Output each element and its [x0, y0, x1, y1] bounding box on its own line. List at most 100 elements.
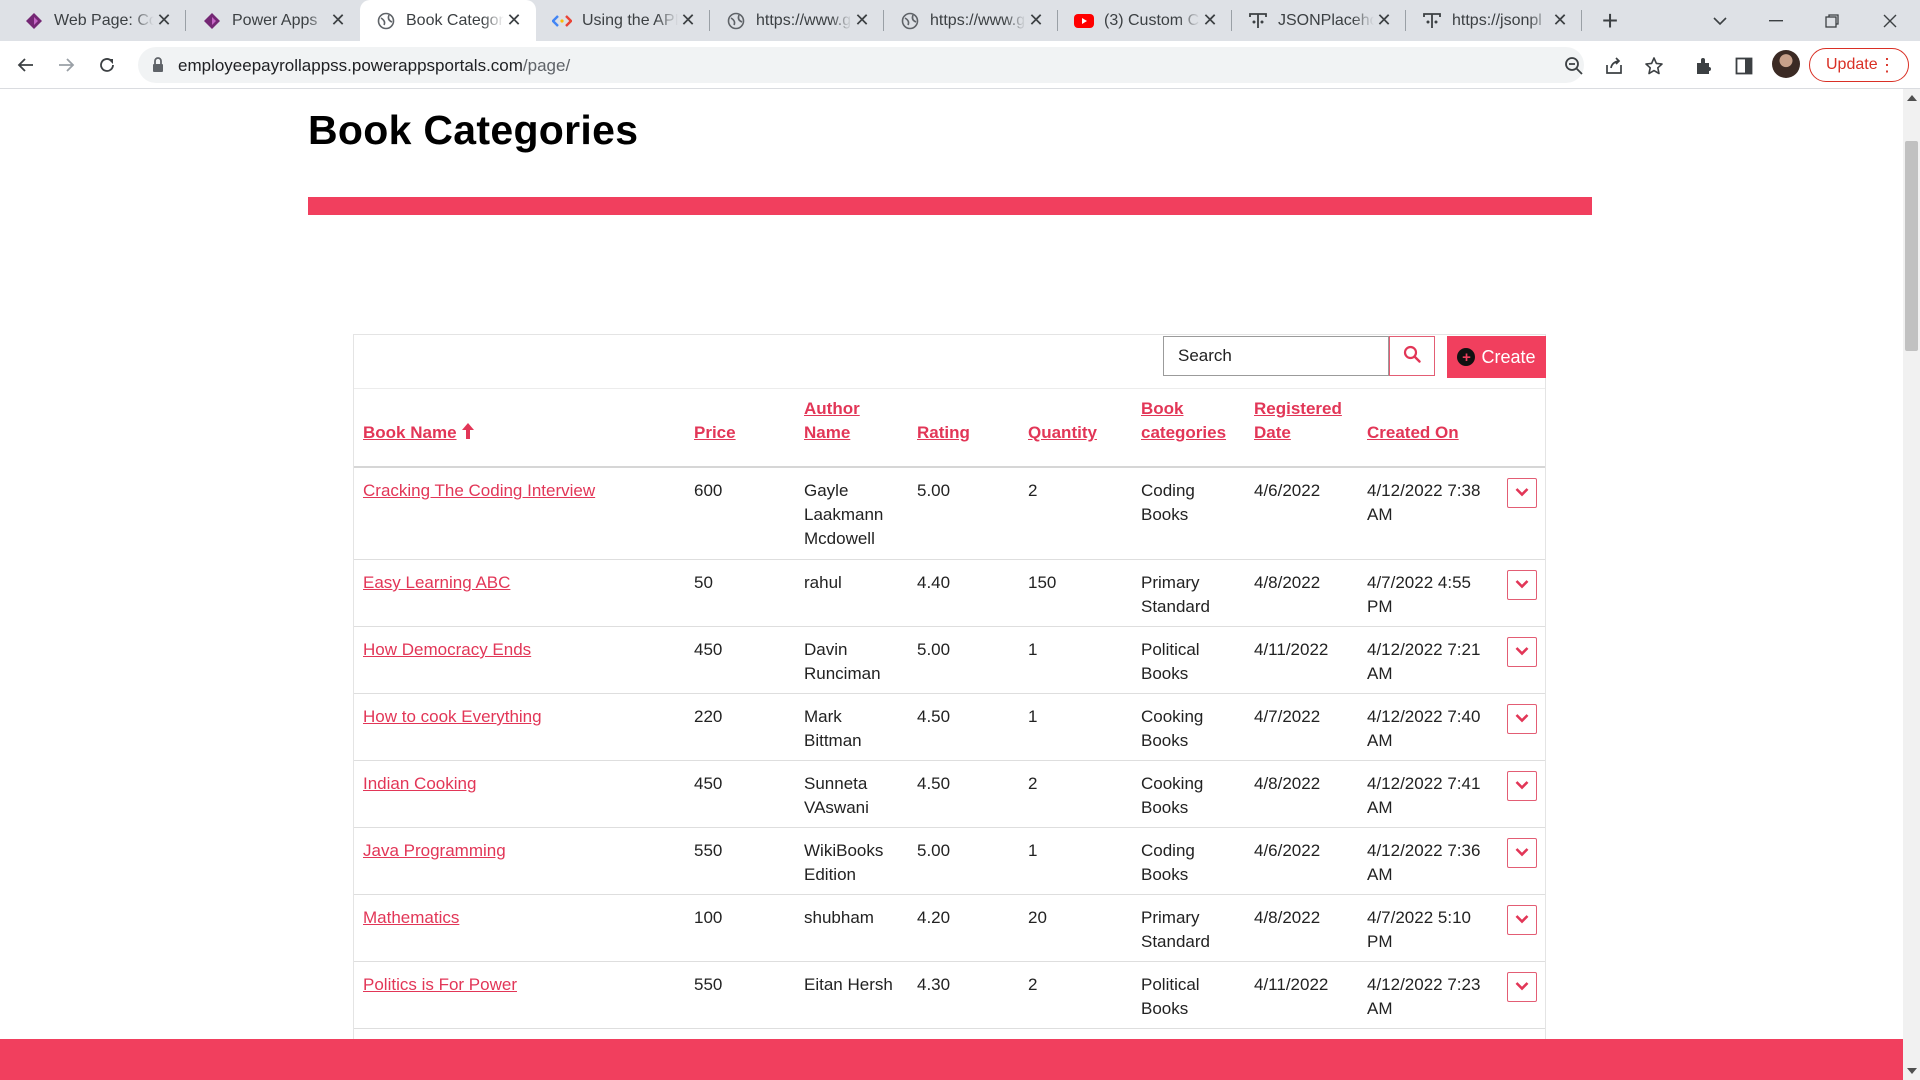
browser-tab-active[interactable]: Book Categori ✕ — [360, 0, 536, 41]
book-name-link[interactable]: Indian Cooking — [363, 772, 476, 796]
column-header-book-name[interactable]: Book Name — [363, 421, 475, 447]
book-name-link[interactable]: Easy Learning ABC — [363, 571, 510, 595]
book-name-link[interactable]: How Democracy Ends — [363, 638, 531, 662]
price-cell: 100 — [694, 908, 723, 927]
book-name-link[interactable]: Java Programming — [363, 839, 506, 863]
sort-ascending-icon — [461, 422, 475, 447]
rating-cell: 4.50 — [917, 707, 951, 726]
chevron-down-icon — [1515, 978, 1529, 996]
new-tab-icon[interactable]: + — [1594, 5, 1626, 36]
close-tab-icon[interactable]: ✕ — [1550, 10, 1570, 31]
scrollbar-thumb[interactable] — [1905, 141, 1918, 351]
author-cell: Eitan Hersh — [804, 975, 893, 994]
close-tab-icon[interactable]: ✕ — [852, 10, 872, 31]
rating-cell: 4.30 — [917, 975, 951, 994]
close-tab-icon[interactable]: ✕ — [678, 10, 698, 31]
row-actions-button[interactable] — [1507, 771, 1537, 801]
author-cell: Mark Bittman — [804, 707, 862, 750]
row-actions-button[interactable] — [1507, 838, 1537, 868]
scroll-down-arrow-icon[interactable] — [1907, 1068, 1917, 1074]
table-row: Cracking The Coding Interview 600 Gayle … — [354, 468, 1545, 560]
chevron-down-icon — [1515, 777, 1529, 795]
column-header-book-categories[interactable]: Book categories — [1141, 397, 1237, 445]
column-header-registered-date[interactable]: Registered Date — [1254, 397, 1344, 445]
zoom-icon[interactable] — [1563, 55, 1585, 77]
price-cell: 50 — [694, 573, 713, 592]
forward-icon[interactable] — [50, 49, 82, 81]
chevron-down-icon — [1515, 576, 1529, 594]
column-header-author-name[interactable]: Author Name — [804, 397, 876, 445]
row-actions-button[interactable] — [1507, 905, 1537, 935]
side-panel-icon[interactable] — [1732, 54, 1756, 78]
registered-date-cell: 4/6/2022 — [1254, 841, 1321, 860]
restore-icon[interactable] — [1804, 0, 1860, 41]
category-cell: Primary Standard — [1141, 573, 1210, 616]
row-actions-button[interactable] — [1507, 704, 1537, 734]
registered-date-cell: 4/6/2022 — [1254, 481, 1321, 500]
bookmark-star-icon[interactable] — [1643, 55, 1665, 77]
registered-date-cell: 4/11/2022 — [1254, 640, 1329, 659]
back-icon[interactable] — [10, 49, 42, 81]
divider — [354, 388, 1545, 389]
search-button[interactable] — [1389, 336, 1435, 376]
scroll-up-arrow-icon[interactable] — [1907, 95, 1917, 101]
close-tab-icon[interactable]: ✕ — [328, 10, 348, 31]
json-placeholder-icon — [1422, 11, 1442, 31]
row-actions-button[interactable] — [1507, 570, 1537, 600]
reload-icon[interactable] — [91, 49, 123, 81]
json-placeholder-icon — [1248, 11, 1268, 31]
browser-tab[interactable]: Web Page: Co ✕ — [8, 0, 186, 41]
browser-tab[interactable]: Using the API ✕ — [536, 0, 710, 41]
tab-title: https://jsonpl — [1452, 11, 1542, 29]
row-actions-button[interactable] — [1507, 972, 1537, 1002]
tab-search-icon[interactable] — [1692, 0, 1748, 41]
address-bar[interactable]: employeepayrollappss.powerappsportals.co… — [138, 47, 1663, 83]
browser-tab[interactable]: https://www.g ✕ — [884, 0, 1058, 41]
create-button[interactable]: + Create — [1447, 336, 1546, 378]
author-cell: Davin Runciman — [804, 640, 881, 683]
page-scrollbar[interactable] — [1903, 89, 1920, 1080]
category-cell: Cooking Books — [1141, 707, 1204, 750]
price-cell: 550 — [694, 841, 723, 860]
plus-circle-icon: + — [1457, 348, 1476, 366]
book-name-link[interactable]: How to cook Everything — [363, 705, 542, 729]
profile-avatar[interactable] — [1772, 50, 1800, 78]
registered-date-cell: 4/8/2022 — [1254, 908, 1321, 927]
update-button[interactable]: Update ⋮ — [1809, 48, 1909, 82]
table-row: Mathematics 100 shubham 4.20 20 Primary … — [354, 895, 1545, 962]
close-tab-icon[interactable]: ✕ — [504, 10, 524, 31]
chevron-down-icon — [1515, 643, 1529, 661]
browser-tab[interactable]: https://www.g ✕ — [710, 0, 884, 41]
table-row: Java Programming 550 WikiBooks Edition 5… — [354, 828, 1545, 895]
share-icon[interactable] — [1603, 55, 1625, 77]
close-tab-icon[interactable]: ✕ — [1200, 10, 1220, 31]
entity-list: Search + Create Book Name Price Author N… — [353, 334, 1546, 1054]
close-tab-icon[interactable]: ✕ — [154, 10, 174, 31]
book-name-link[interactable]: Cracking The Coding Interview — [363, 479, 595, 503]
url-text[interactable]: employeepayrollappss.powerappsportals.co… — [178, 56, 570, 76]
browser-tab[interactable]: JSONPlacehol ✕ — [1232, 0, 1406, 41]
close-window-icon[interactable] — [1862, 0, 1918, 41]
column-header-rating[interactable]: Rating — [917, 421, 970, 445]
column-header-quantity[interactable]: Quantity — [1028, 421, 1097, 445]
book-name-link[interactable]: Mathematics — [363, 906, 459, 930]
row-actions-button[interactable] — [1507, 637, 1537, 667]
code-icon — [552, 11, 572, 31]
chevron-down-icon — [1515, 911, 1529, 929]
close-tab-icon[interactable]: ✕ — [1374, 10, 1394, 31]
rating-cell: 5.00 — [917, 841, 951, 860]
column-header-price[interactable]: Price — [694, 421, 736, 445]
column-header-created-on[interactable]: Created On — [1367, 421, 1459, 445]
book-name-link[interactable]: Politics is For Power — [363, 973, 517, 997]
lock-icon[interactable] — [150, 56, 168, 74]
extensions-icon[interactable] — [1692, 54, 1716, 78]
minimize-icon[interactable] — [1748, 0, 1804, 41]
browser-tab[interactable]: https://jsonpl ✕ — [1406, 0, 1582, 41]
more-menu-icon[interactable]: ⋮ — [1878, 56, 1896, 74]
browser-tab[interactable]: (3) Custom Co ✕ — [1058, 0, 1232, 41]
search-input[interactable]: Search — [1163, 336, 1389, 376]
close-tab-icon[interactable]: ✕ — [1026, 10, 1046, 31]
row-actions-button[interactable] — [1507, 478, 1537, 508]
chevron-down-icon — [1515, 710, 1529, 728]
browser-tab[interactable]: Power Apps ✕ — [186, 0, 360, 41]
